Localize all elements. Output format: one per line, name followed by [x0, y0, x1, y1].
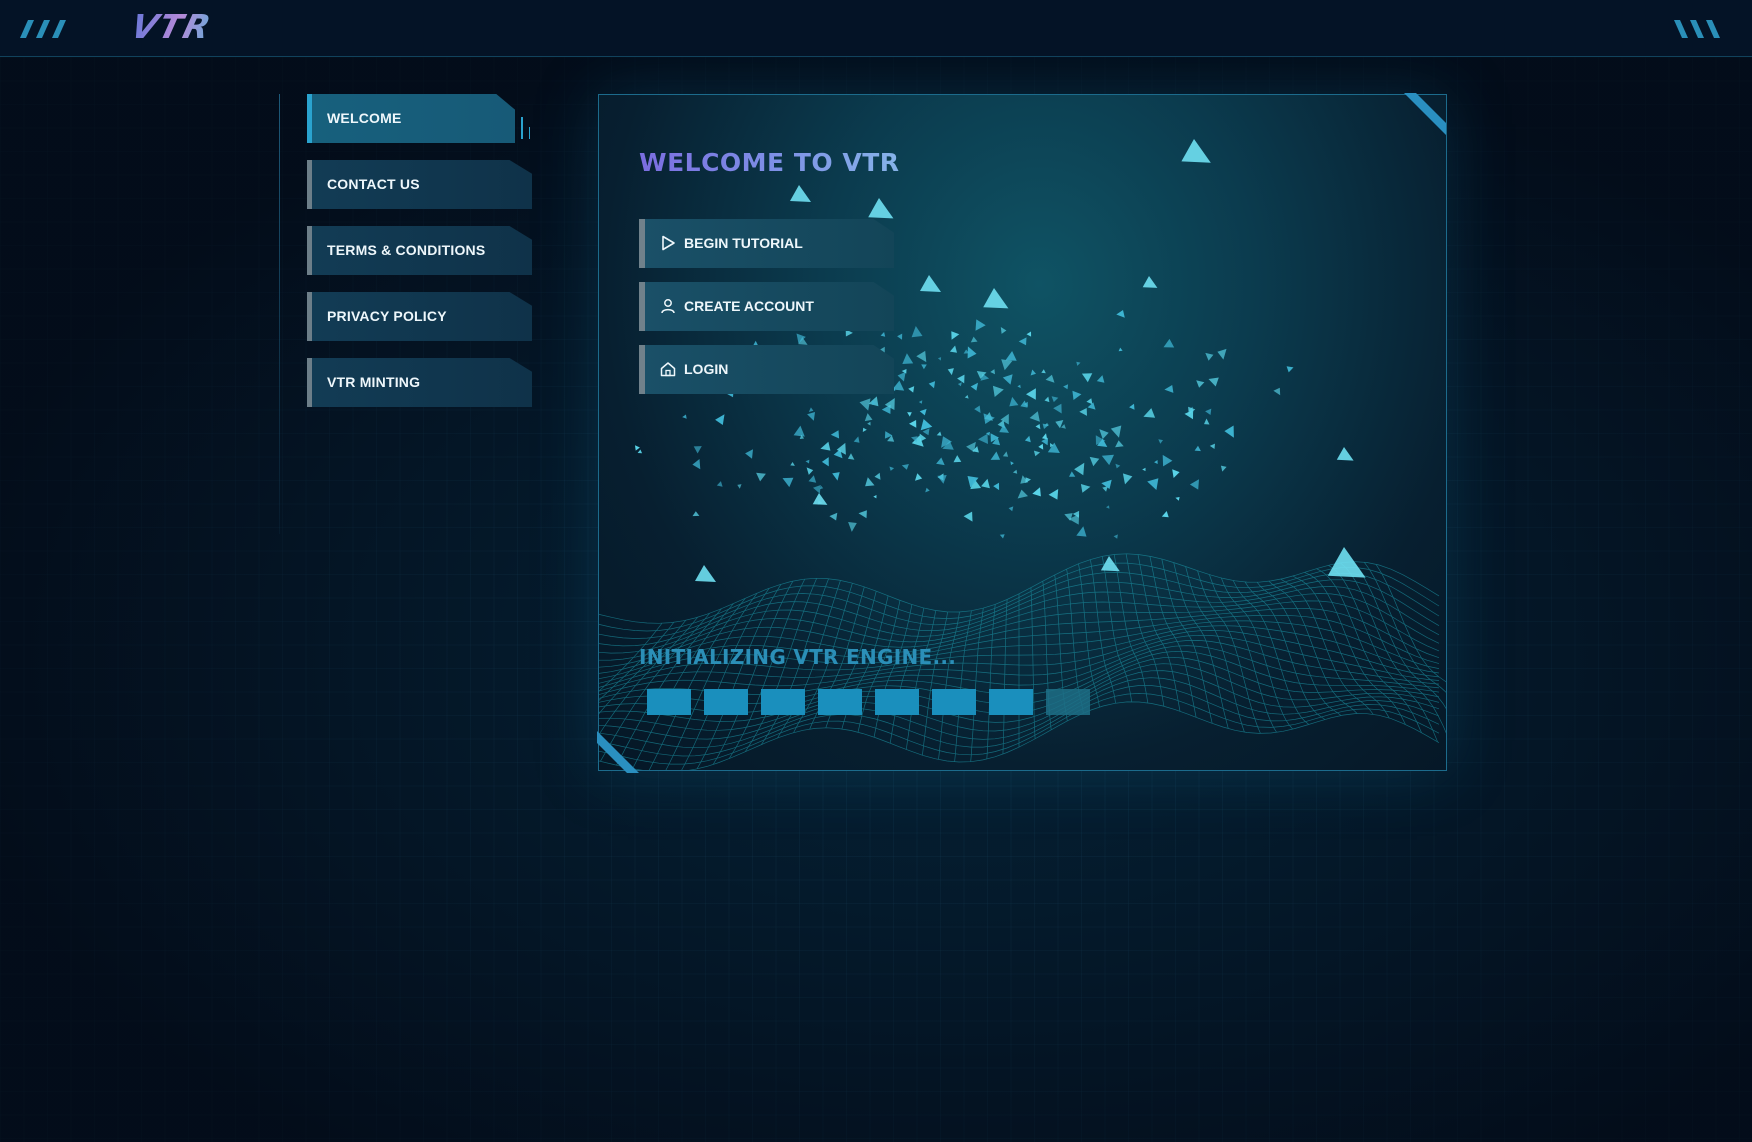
progress-segment: [1046, 689, 1090, 715]
nav-item-label: PRIVACY POLICY: [327, 308, 447, 324]
panel-corner-accent: [1404, 93, 1446, 135]
login-button[interactable]: LOGIN: [639, 345, 894, 394]
progress-segment: [989, 689, 1033, 715]
progress-segment: [761, 689, 805, 715]
loading-status-text: INITIALIZING VTR ENGINE...: [639, 645, 957, 669]
progress-segment: [875, 689, 919, 715]
nav-item-label: TERMS & CONDITIONS: [327, 242, 486, 258]
action-label: BEGIN TUTORIAL: [684, 235, 803, 251]
progress-segment: [647, 689, 691, 715]
sidebar-divider: [279, 94, 280, 534]
user-icon: [661, 299, 675, 314]
play-icon: [662, 235, 675, 251]
menu-slashes-icon[interactable]: [20, 20, 78, 38]
page-title: WELCOME TO VTR: [639, 148, 900, 177]
progress-segment: [818, 689, 862, 715]
action-label: CREATE ACCOUNT: [684, 298, 814, 314]
vtr-logo[interactable]: VTR: [127, 7, 216, 46]
side-nav: WELCOME CONTACT US TERMS & CONDITIONS PR…: [307, 94, 532, 424]
progress-segment: [932, 689, 976, 715]
progress-segment: [704, 689, 748, 715]
nav-item-contact-us[interactable]: CONTACT US: [307, 160, 532, 209]
action-label: LOGIN: [684, 361, 729, 377]
top-bar: VTR: [0, 0, 1752, 57]
nav-item-welcome[interactable]: WELCOME: [307, 94, 515, 143]
create-account-button[interactable]: CREATE ACCOUNT: [639, 282, 894, 331]
nav-item-privacy-policy[interactable]: PRIVACY POLICY: [307, 292, 532, 341]
nav-item-label: CONTACT US: [327, 176, 420, 192]
active-indicator: [521, 117, 530, 139]
begin-tutorial-button[interactable]: BEGIN TUTORIAL: [639, 219, 894, 268]
nav-item-terms-conditions[interactable]: TERMS & CONDITIONS: [307, 226, 532, 275]
nav-item-label: WELCOME: [327, 110, 402, 126]
nav-item-label: VTR MINTING: [327, 374, 421, 390]
welcome-panel: WELCOME TO VTR BEGIN TUTORIAL CREATE ACC…: [598, 94, 1447, 771]
panel-corner-accent: [597, 731, 639, 773]
menu-backslashes-icon[interactable]: [1674, 20, 1732, 38]
home-icon: [660, 362, 676, 377]
nav-item-vtr-minting[interactable]: VTR MINTING: [307, 358, 532, 407]
